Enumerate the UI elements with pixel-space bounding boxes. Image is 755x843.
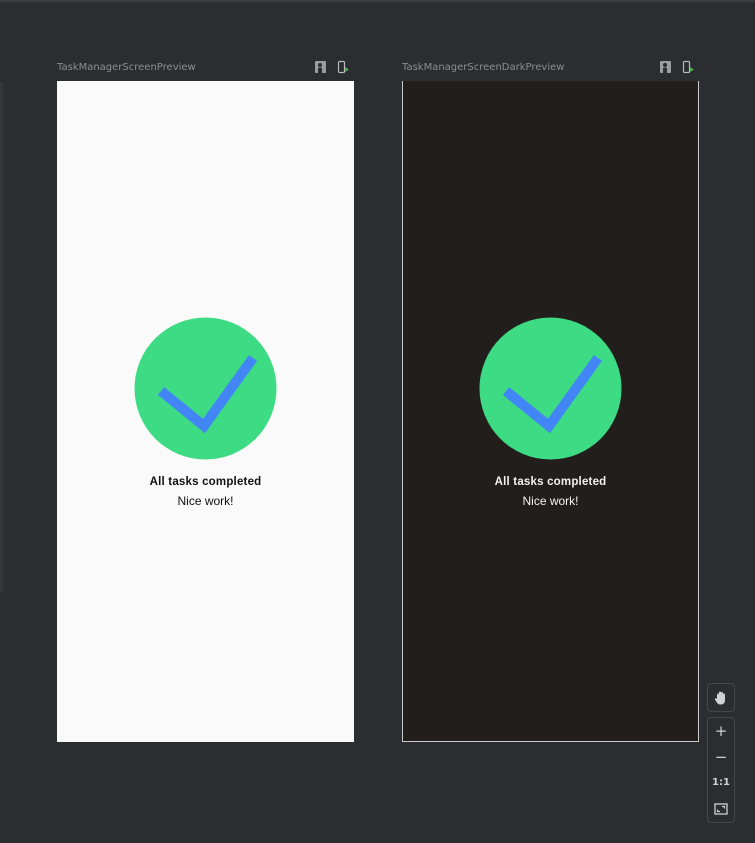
empty-state-subtitle: Nice work! — [177, 494, 234, 508]
preview-title-light: TaskManagerScreenPreview — [57, 61, 196, 73]
empty-state: All tasks completed Nice work! — [403, 317, 698, 508]
interactive-mode-icon[interactable] — [659, 59, 672, 73]
check-circle-icon — [134, 317, 277, 460]
design-canvas: TaskManagerScreenPreview TaskManagerScre… — [0, 0, 755, 843]
left-panel-edge — [0, 82, 3, 592]
preview-actions-dark — [659, 59, 695, 74]
preview-header-dark: TaskManagerScreenDarkPreview — [402, 59, 700, 75]
empty-state-subtitle: Nice work! — [522, 494, 579, 508]
preview-header-light: TaskManagerScreenPreview — [57, 59, 355, 75]
interactive-mode-icon[interactable] — [314, 59, 327, 73]
hand-icon[interactable] — [708, 684, 734, 711]
deploy-to-device-icon[interactable] — [337, 59, 350, 74]
empty-state-title: All tasks completed — [494, 476, 607, 488]
preview-frame-light[interactable]: All tasks completed Nice work! — [57, 81, 354, 742]
empty-state-title: All tasks completed — [149, 476, 262, 488]
check-circle-icon — [479, 317, 622, 460]
empty-state: All tasks completed Nice work! — [57, 317, 354, 508]
preview-actions-light — [314, 59, 350, 74]
deploy-to-device-icon[interactable] — [682, 59, 695, 74]
pan-tool-panel — [707, 683, 735, 712]
zoom-to-fit-icon[interactable] — [708, 796, 734, 822]
actual-size-button[interactable]: 1:1 — [708, 770, 734, 796]
preview-title-dark: TaskManagerScreenDarkPreview — [402, 61, 565, 73]
preview-frame-dark[interactable]: All tasks completed Nice work! — [402, 81, 699, 742]
zoom-out-button[interactable]: − — [708, 744, 734, 770]
zoom-controls: + − 1:1 — [707, 717, 735, 823]
zoom-in-button[interactable]: + — [708, 718, 734, 744]
